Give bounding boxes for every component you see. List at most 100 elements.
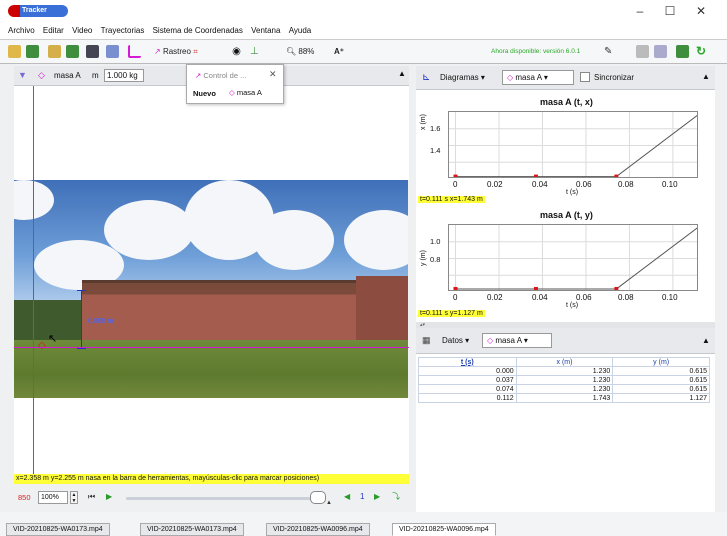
refresh-icon[interactable]: ↻ <box>696 45 709 58</box>
popup-close-icon[interactable]: ✕ <box>269 69 277 80</box>
track-name[interactable]: masa A <box>54 71 81 80</box>
status-readout: x=2.358 m y=2.255 m nasa en la barra de … <box>14 474 409 484</box>
open-video-icon[interactable] <box>48 45 61 58</box>
file-tab-1[interactable]: VID-20210825-WA0173.mp4 <box>6 523 110 536</box>
rate-spinner[interactable]: ▲ ▼ <box>70 491 78 504</box>
slider-thumb[interactable] <box>310 491 326 504</box>
plot-y-canvas[interactable] <box>448 224 698 291</box>
window-icon[interactable] <box>654 45 667 58</box>
rate-field[interactable]: 100% <box>38 491 68 504</box>
menu-sistema-coordenadas[interactable]: Sistema de Coordenadas <box>150 22 246 35</box>
data-point[interactable] <box>697 112 698 116</box>
table-collapse-icon[interactable]: ▲ <box>702 336 710 345</box>
save-video-icon[interactable] <box>66 45 79 58</box>
timeline-slider[interactable] <box>126 497 326 500</box>
table-cell[interactable]: 0.000 <box>418 366 517 376</box>
save-icon[interactable] <box>26 45 39 58</box>
plot-x-xtick: 0.08 <box>618 180 634 189</box>
menu-ayuda[interactable]: Ayuda <box>286 22 315 35</box>
open-folder-icon[interactable] <box>8 45 21 58</box>
plot-x-canvas[interactable] <box>448 111 698 178</box>
data-point[interactable] <box>697 225 698 229</box>
close-button[interactable]: ✕ <box>688 2 714 20</box>
data-point[interactable] <box>533 174 538 178</box>
track-dropdown-icon[interactable]: ▼ <box>18 70 27 80</box>
library-icon[interactable] <box>676 45 689 58</box>
video-frame[interactable]: 0.800 m ◇ ↖ <box>14 180 408 398</box>
table-cell[interactable]: 0.112 <box>418 393 517 403</box>
view-selector[interactable]: Diagramas ▾ <box>440 73 485 82</box>
table-row[interactable]: 0.000 1.230 0.615 <box>418 366 710 376</box>
calibration-icon[interactable] <box>106 45 119 58</box>
notes-icon[interactable] <box>636 45 649 58</box>
table-track-selector[interactable]: ◇ masa A ▾ <box>482 333 552 348</box>
table-cell[interactable]: 1.127 <box>612 393 710 403</box>
data-point[interactable] <box>614 174 619 178</box>
y-axis-line[interactable] <box>33 86 34 474</box>
step-back-icon[interactable]: ◀ <box>344 492 350 501</box>
table-cell[interactable]: 0.615 <box>612 384 710 394</box>
popup-nuevo-button[interactable]: Nuevo <box>193 89 216 98</box>
footprint-icon[interactable]: ⊥ <box>250 45 263 58</box>
file-tab-2[interactable]: VID-20210825-WA0173.mp4 <box>140 523 244 536</box>
data-point[interactable] <box>453 174 458 178</box>
table-cell[interactable]: 1.743 <box>515 393 614 403</box>
play-icon[interactable]: ▶ <box>106 492 112 501</box>
mass-field[interactable]: 1.000 kg <box>104 69 144 82</box>
table-row[interactable]: 0.112 1.743 1.127 <box>418 393 710 403</box>
update-notice[interactable]: Ahora disponible: versión 6.0.1 <box>491 45 580 59</box>
panel-collapse-icon[interactable]: ▲ <box>398 69 406 78</box>
step-forward-icon[interactable]: ▶ <box>374 492 380 501</box>
file-tab-3[interactable]: VID-20210825-WA0096.mp4 <box>266 523 370 536</box>
table-view-selector[interactable]: Datos ▾ <box>442 336 469 345</box>
minimize-button[interactable]: – <box>627 2 653 20</box>
table-cell[interactable]: 0.074 <box>418 384 517 394</box>
data-point[interactable] <box>533 286 538 291</box>
col-t[interactable]: t (s) <box>418 357 517 367</box>
popup-track-item[interactable]: ◇ masa A <box>229 88 262 97</box>
frame-number[interactable]: 850 <box>18 493 31 502</box>
col-y[interactable]: y (m) <box>612 357 710 367</box>
maximize-button[interactable]: ☐ <box>657 2 683 20</box>
table-cell[interactable]: 0.615 <box>612 375 710 385</box>
plot-track-selector[interactable]: ◇ masa A ▾ <box>502 70 574 85</box>
data-point[interactable] <box>614 286 619 291</box>
rastreo-button[interactable]: ↗ Rastreo ⌗ <box>154 45 198 59</box>
loop-icon[interactable]: ⤵ <box>392 491 400 502</box>
col-x[interactable]: x (m) <box>515 357 614 367</box>
plots-collapse-icon[interactable]: ▲ <box>702 72 710 81</box>
calibration-stick[interactable] <box>81 290 82 348</box>
menu-video[interactable]: Video <box>69 22 95 35</box>
sync-checkbox[interactable] <box>580 72 590 82</box>
x-axis-line[interactable] <box>14 347 409 348</box>
zoom-control[interactable]: 🔍︎ 88% <box>286 45 314 59</box>
font-size-button[interactable]: A⁺ <box>334 45 344 59</box>
plot-x-xtick: 0.06 <box>576 180 592 189</box>
plot-y-ytick-1: 1.0 <box>430 237 441 246</box>
menu-ventana[interactable]: Ventana <box>248 22 283 35</box>
clip-settings-icon[interactable] <box>86 45 99 58</box>
menu-editar[interactable]: Editar <box>40 22 67 35</box>
pencil-icon[interactable]: ✎ <box>604 45 617 58</box>
end-marker-icon[interactable]: ▲ <box>326 500 332 506</box>
plot-x-xtick: 0.02 <box>487 180 503 189</box>
menu-trayectorias[interactable]: Trayectorias <box>98 22 148 35</box>
table-cell[interactable]: 1.230 <box>515 384 614 394</box>
table-cell[interactable]: 1.230 <box>515 375 614 385</box>
table-row[interactable]: 0.074 1.230 0.615 <box>418 384 710 394</box>
axes-icon[interactable] <box>128 45 141 58</box>
data-table[interactable]: t (s) x (m) y (m) 0.000 1.230 0.615 0.037 1.… <box>418 357 710 403</box>
data-point[interactable] <box>453 286 458 291</box>
file-tab-4-active[interactable]: VID-20210825-WA0096.mp4 <box>392 523 496 536</box>
mass-marker[interactable]: ◇ <box>38 340 46 351</box>
table-cell[interactable]: 1.230 <box>515 366 614 376</box>
reset-icon[interactable]: ⏮ <box>88 492 95 502</box>
plot-x-xtick: 0 <box>453 180 458 189</box>
table-cell[interactable]: 0.037 <box>418 375 517 385</box>
toolbar: ↗ Rastreo ⌗ ◉ ⊥ 🔍︎ 88% A⁺ Ahora disponib… <box>0 40 727 64</box>
eye-icon[interactable]: ◉ <box>230 45 243 58</box>
menu-archivo[interactable]: Archivo <box>0 22 38 35</box>
table-row[interactable]: 0.037 1.230 0.615 <box>418 375 710 385</box>
step-count[interactable]: 1 <box>360 492 364 501</box>
table-cell[interactable]: 0.615 <box>612 366 710 376</box>
